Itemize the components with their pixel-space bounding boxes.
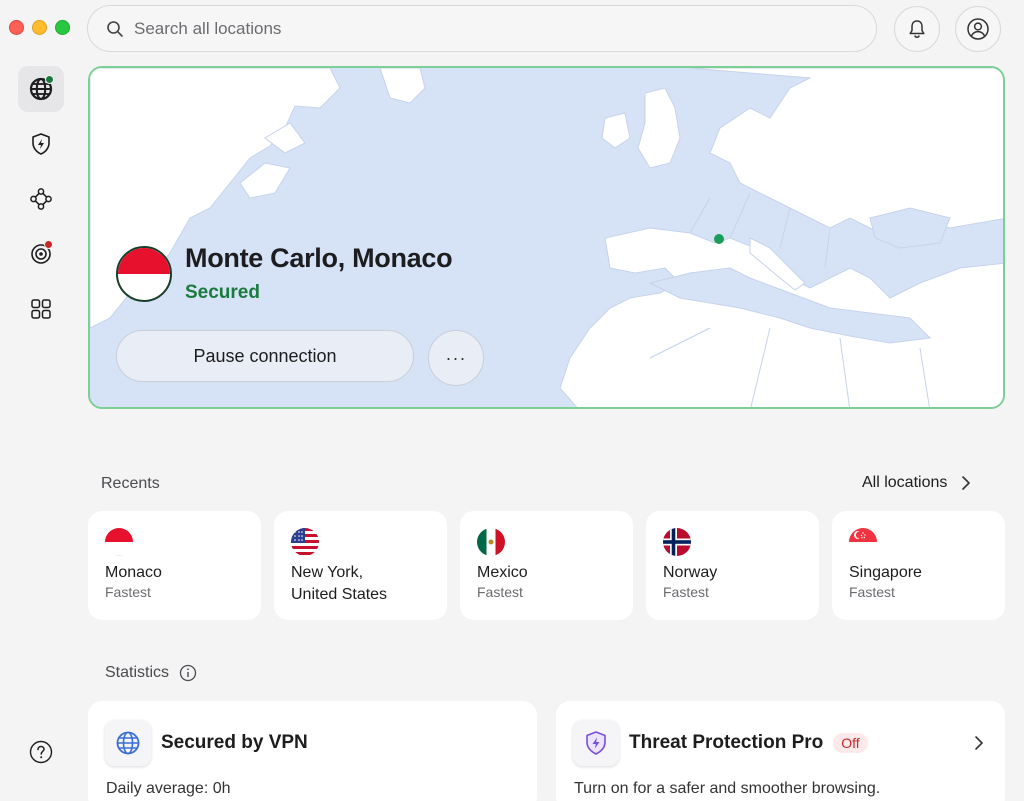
search-icon [107, 20, 123, 37]
monaco-flag [116, 246, 172, 302]
globe-icon [116, 731, 140, 755]
recent-location-name: New York, United States [291, 562, 447, 606]
recent-location-card[interactable]: Norway Fastest [646, 511, 819, 620]
recent-location-name-line2: United States [291, 586, 388, 603]
recent-location-card[interactable]: Monaco Fastest [88, 511, 261, 620]
account-button[interactable] [955, 6, 1001, 52]
singapore-flag [849, 528, 877, 556]
all-locations-label: All locations [862, 474, 948, 491]
statistics-heading: Statistics [105, 664, 197, 682]
threat-protection-card[interactable]: Threat Protection Pro Off Turn on for a s… [556, 701, 1005, 801]
us-flag [291, 528, 319, 556]
recent-location-sub: Fastest [105, 584, 151, 600]
norway-flag [663, 528, 691, 556]
recent-location-card[interactable]: Singapore Fastest [832, 511, 1005, 620]
info-icon[interactable] [179, 664, 197, 682]
minimize-window-button[interactable] [32, 20, 47, 35]
status-badge: Off [833, 733, 868, 753]
stat-title-text: Threat Protection Pro [629, 732, 824, 753]
recent-location-sub: Fastest [849, 584, 895, 600]
secured-by-vpn-card[interactable]: Secured by VPN Daily average: 0h [88, 701, 537, 801]
chevron-right-icon [962, 476, 971, 490]
statistics-label: Statistics [105, 664, 170, 681]
recents-heading: Recents [101, 475, 160, 492]
recent-location-name: Singapore [849, 564, 922, 581]
bell-icon [909, 20, 925, 39]
sidebar-item-dark-web-monitor[interactable] [18, 231, 64, 277]
shield-bolt-icon [586, 731, 606, 755]
all-locations-link[interactable]: All locations [862, 474, 971, 492]
pause-connection-button[interactable]: Pause connection [116, 330, 414, 382]
sidebar [18, 66, 64, 341]
shield-bolt-icon [32, 133, 50, 155]
location-title: Monte Carlo, Monaco [185, 243, 453, 273]
stat-title: Threat Protection Pro Off [629, 732, 868, 754]
more-options-button[interactable]: ··· [428, 330, 484, 386]
recent-location-name: Monaco [105, 564, 162, 581]
help-button[interactable] [29, 740, 53, 769]
chevron-right-icon [975, 736, 983, 750]
sidebar-item-more-features[interactable] [18, 286, 64, 332]
close-window-button[interactable] [9, 20, 24, 35]
stat-sub: Daily average: 0h [106, 780, 231, 797]
stat-sub: Turn on for a safer and smoother browsin… [574, 780, 881, 797]
sidebar-item-meshnet[interactable] [18, 176, 64, 222]
recent-location-name-line1: New York, [291, 564, 364, 581]
search-input[interactable] [134, 18, 834, 39]
recent-location-card[interactable]: Mexico Fastest [460, 511, 633, 620]
connection-status: Secured [185, 282, 260, 303]
alert-dot [44, 240, 53, 249]
meshnet-icon [30, 188, 52, 210]
recent-location-card[interactable]: New York, United States [274, 511, 447, 620]
grid-icon [31, 299, 51, 319]
stat-title: Secured by VPN [161, 732, 308, 753]
recent-location-sub: Fastest [477, 584, 523, 600]
sidebar-item-vpn[interactable] [18, 66, 64, 112]
window-controls [9, 20, 70, 35]
recent-location-name: Mexico [477, 564, 528, 581]
search-bar[interactable] [87, 5, 877, 52]
zoom-window-button[interactable] [55, 20, 70, 35]
help-icon [29, 740, 53, 764]
recent-location-name: Norway [663, 564, 718, 581]
connected-status-dot [45, 75, 54, 84]
sidebar-item-threat-protection[interactable] [18, 121, 64, 167]
connection-map-card: Monte Carlo, Monaco Secured Pause connec… [88, 66, 1005, 409]
recent-location-sub: Fastest [663, 584, 709, 600]
monaco-flag [105, 528, 133, 556]
mexico-flag [477, 528, 505, 556]
stat-icon-container [105, 720, 151, 766]
account-icon [967, 18, 989, 40]
stat-icon-container [573, 720, 619, 766]
notifications-button[interactable] [894, 6, 940, 52]
